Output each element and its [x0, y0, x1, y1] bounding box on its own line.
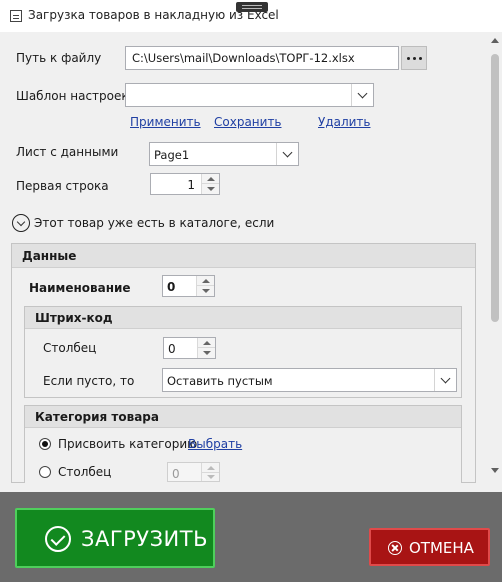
barcode-column-stepper[interactable]: 0: [163, 337, 216, 359]
assign-category-label[interactable]: Присвоить категорию: [58, 437, 197, 451]
category-column-radio[interactable]: [39, 466, 51, 478]
expand-chevron-icon[interactable]: [12, 214, 30, 232]
name-label: Наименование: [29, 281, 131, 295]
app-icon: [10, 10, 22, 22]
increment-icon[interactable]: [202, 174, 219, 184]
title-bar: Загрузка товаров в накладную из Excel: [0, 0, 502, 32]
barcode-group-title: Штрих-код: [35, 311, 113, 325]
file-path-input[interactable]: C:\Users\mail\Downloads\ТОРГ-12.xlsx: [125, 46, 399, 70]
load-button-label: ЗАГРУЗИТЬ: [81, 527, 209, 551]
category-group-title: Категория товара: [35, 410, 159, 424]
name-column-value: 0: [167, 280, 176, 294]
if-empty-select[interactable]: Оставить пустым: [162, 368, 457, 392]
expander-label[interactable]: Этот товар уже есть в каталоге, если: [34, 216, 274, 230]
data-group-title: Данные: [22, 249, 77, 263]
sheet-value: Page1: [154, 148, 190, 162]
if-empty-label: Если пусто, то: [43, 374, 135, 388]
barcode-column-value: 0: [168, 342, 176, 356]
data-group-header: Данные: [12, 244, 475, 268]
cancel-button-label: ОТМЕНА: [409, 539, 474, 557]
scroll-up-icon[interactable]: [491, 38, 499, 43]
drag-handle-icon[interactable]: [236, 2, 268, 12]
category-column-stepper: 0: [167, 462, 220, 482]
delete-template-link[interactable]: Удалить: [318, 115, 371, 129]
sheet-label: Лист с данными: [16, 145, 119, 159]
chevron-down-icon: [434, 369, 456, 391]
increment-icon[interactable]: [197, 276, 214, 286]
first-row-label: Первая строка: [16, 179, 109, 193]
first-row-stepper[interactable]: 1: [150, 173, 220, 195]
scroll-thumb[interactable]: [491, 54, 499, 322]
check-circle-icon: [45, 526, 71, 552]
apply-template-link[interactable]: Применить: [130, 115, 201, 129]
barcode-group-header: Штрих-код: [25, 307, 461, 329]
chevron-down-icon: [351, 84, 373, 106]
load-button[interactable]: ЗАГРУЗИТЬ: [15, 508, 215, 568]
cancel-button[interactable]: ОТМЕНА: [369, 528, 490, 566]
scroll-down-icon[interactable]: [491, 468, 499, 473]
more-icon: [406, 56, 410, 60]
sheet-select[interactable]: Page1: [149, 142, 299, 166]
close-circle-icon: [388, 541, 402, 555]
choose-category-link[interactable]: Выбрать: [188, 437, 242, 451]
category-column-value: 0: [172, 467, 180, 481]
first-row-value: 1: [187, 178, 195, 192]
increment-icon[interactable]: [198, 338, 215, 348]
browse-button[interactable]: [401, 46, 427, 70]
category-group-header: Категория товара: [25, 406, 461, 428]
if-empty-value: Оставить пустым: [167, 374, 273, 388]
barcode-column-label: Столбец: [43, 341, 97, 355]
name-column-stepper[interactable]: 0: [162, 275, 215, 297]
decrement-icon[interactable]: [202, 184, 219, 194]
file-path-label: Путь к файлу: [16, 51, 102, 65]
assign-category-radio[interactable]: [39, 438, 51, 450]
chevron-down-icon: [276, 143, 298, 165]
increment-icon: [202, 463, 219, 473]
template-select[interactable]: [125, 83, 374, 107]
template-label: Шаблон настроек: [16, 89, 129, 103]
decrement-icon[interactable]: [197, 286, 214, 296]
vertical-scrollbar[interactable]: [488, 32, 502, 482]
decrement-icon: [202, 473, 219, 481]
category-column-label[interactable]: Столбец: [58, 465, 111, 479]
save-template-link[interactable]: Сохранить: [214, 115, 282, 129]
decrement-icon[interactable]: [198, 348, 215, 358]
